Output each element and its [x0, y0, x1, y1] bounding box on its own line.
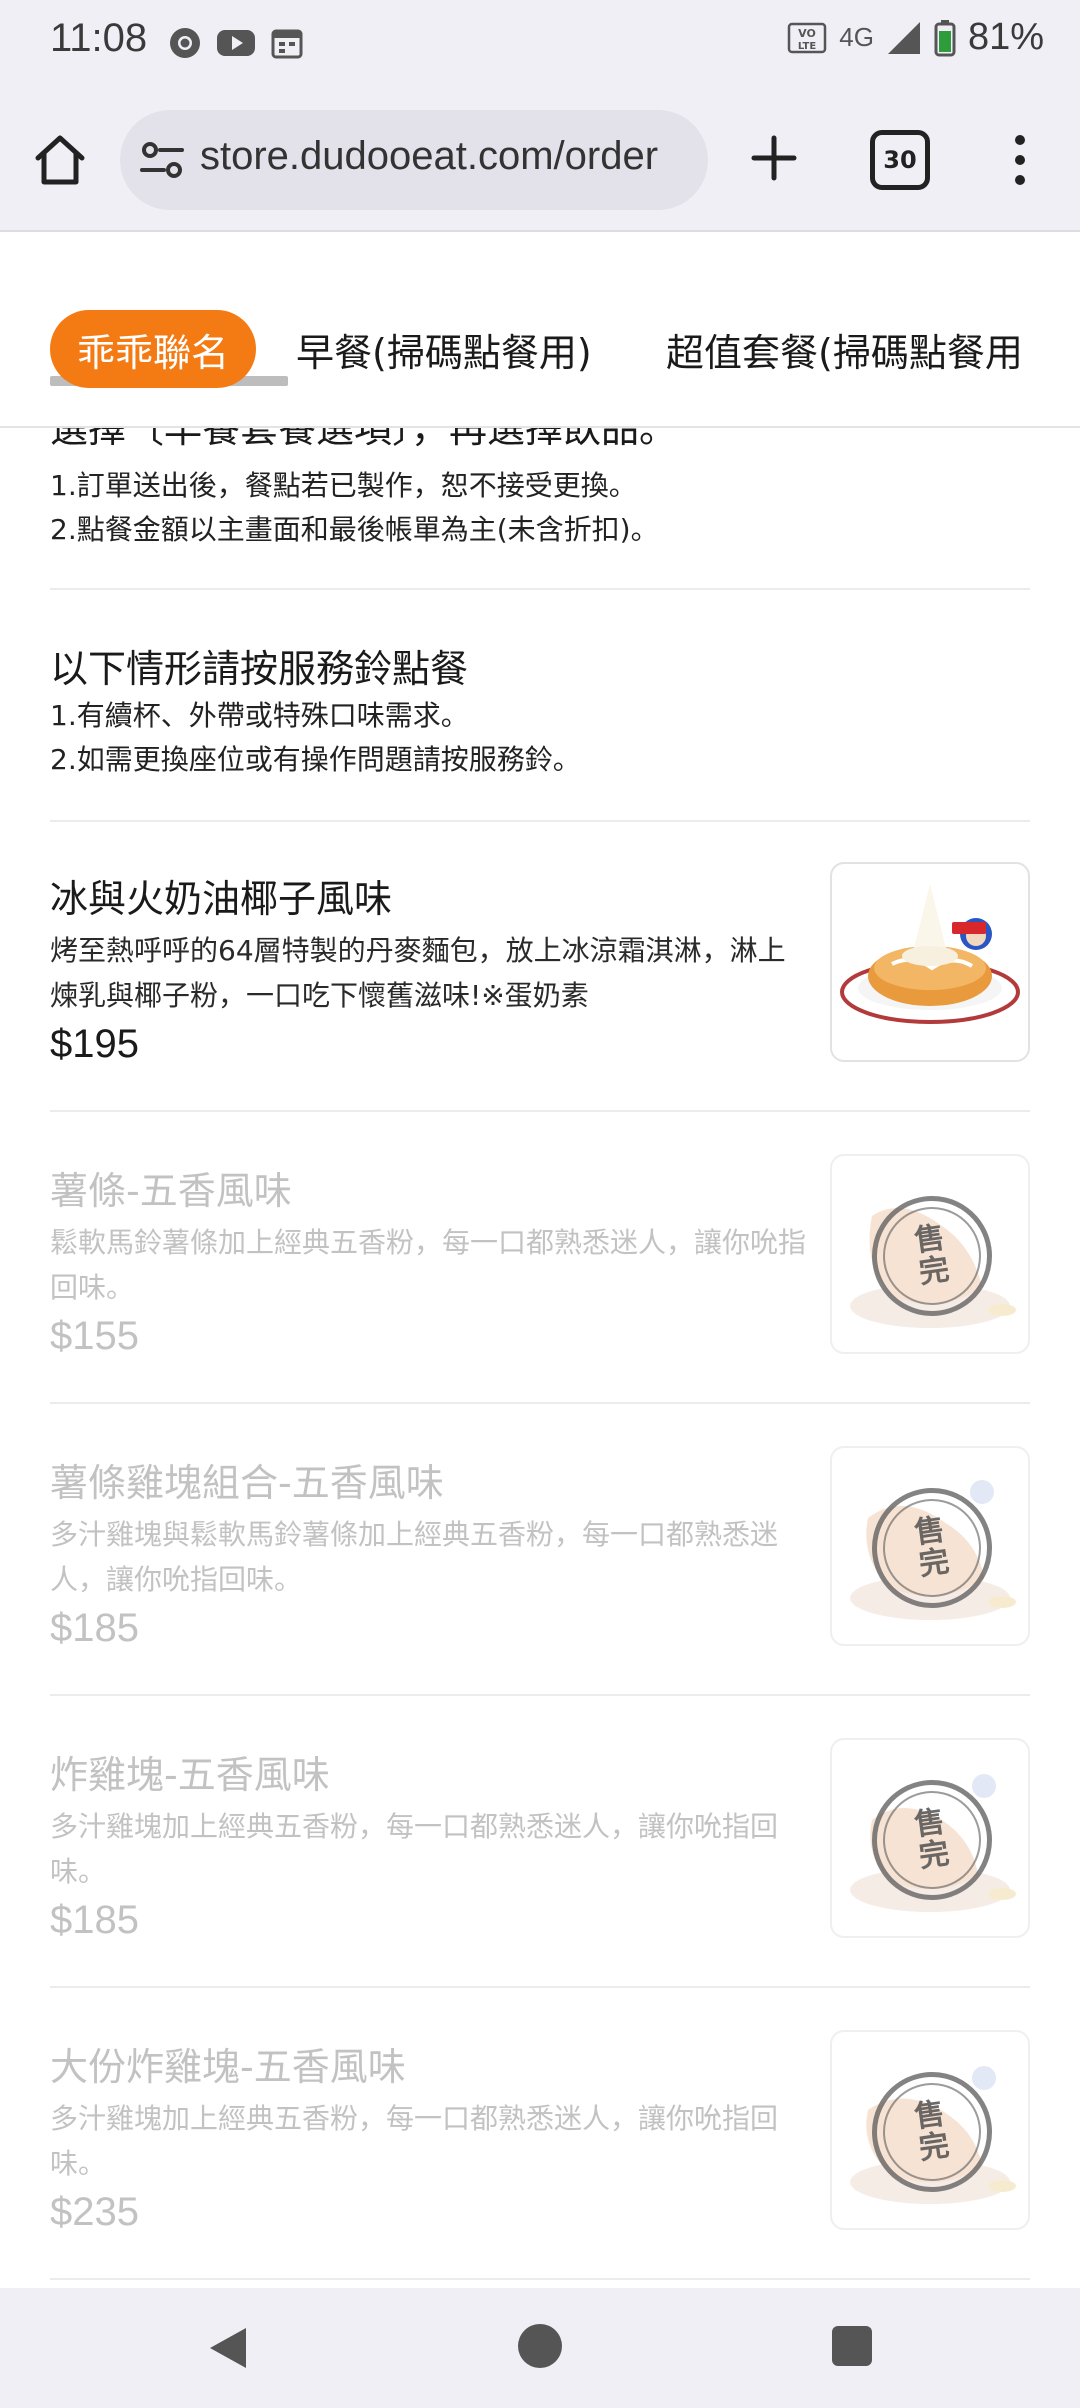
stamp-char: 完 [916, 1835, 952, 1875]
stamp-char: 售 [912, 1220, 947, 1260]
svg-text:LTE: LTE [798, 41, 817, 52]
network-type: 4G [839, 22, 874, 52]
new-tab-icon[interactable] [744, 128, 804, 188]
system-nav-bar [0, 2288, 1080, 2408]
notice-line: 1.有續杯、外帶或特殊口味需求。 [50, 699, 469, 732]
url-text[interactable]: store.dudooeat.com/order [200, 134, 696, 179]
item-image: 售 完 [830, 1154, 1030, 1354]
item-price: $185 [50, 1606, 139, 1650]
stamp-char: 售 [912, 1512, 947, 1552]
divider [50, 1986, 1030, 1988]
notice-heading-partial: 選擇〔早餐套餐選項〕，再選擇飲品。 [50, 428, 678, 451]
tab-switcher-button[interactable]: 30 [870, 130, 930, 190]
home-circle-icon[interactable] [518, 2324, 562, 2368]
divider [50, 1110, 1030, 1112]
item-image[interactable] [830, 862, 1030, 1062]
stamp-char: 售 [912, 2096, 947, 2136]
notice-line: 1.訂單送出後，餐點若已製作，恕不接受更換。 [50, 469, 637, 502]
tab-value-set[interactable]: 超值套餐(掃碼點餐用 [666, 310, 1023, 388]
item-name: 冰與火奶油椰子風味 [50, 877, 393, 921]
menu-content: 選擇〔早餐套餐選項〕，再選擇飲品。 1.訂單送出後，餐點若已製作，恕不接受更換。… [0, 428, 1080, 2288]
site-settings-icon[interactable] [138, 136, 186, 184]
item-description: 鬆軟馬鈴薯條加上經典五香粉，每一口都熟悉迷人，讓你吮指回味。 [50, 1226, 807, 1304]
divider [50, 1694, 1030, 1696]
item-description: 烤至熱呼呼的64層特製的丹麥麵包，放上冰涼霜淇淋，淋上煉乳與椰子粉，一口吃下懷舊… [50, 934, 786, 1012]
item-name: 薯條雞塊組合-五香風味 [50, 1461, 444, 1505]
home-icon[interactable] [30, 130, 90, 190]
status-system-icons: VO LTE 4G 81% [787, 16, 1044, 59]
volte-icon: VO LTE [788, 22, 827, 53]
item-description: 多汁雞塊與鬆軟馬鈴薯條加上經典五香粉，每一口都熟悉迷人，讓你吮指回味。 [50, 1518, 779, 1596]
item-description: 多汁雞塊加上經典五香粉，每一口都熟悉迷人，讓你吮指回味。 [50, 1810, 779, 1888]
item-name: 炸雞塊-五香風味 [50, 1753, 330, 1797]
divider [50, 1402, 1030, 1404]
divider [50, 588, 1030, 590]
dessert-image-icon [840, 884, 1020, 1024]
category-tabs: 乖乖聯名 早餐(掃碼點餐用) 超值套餐(掃碼點餐用 [0, 232, 1080, 428]
status-bar: 11:08 VO LTE 4G 81% [0, 0, 1080, 88]
menu-item[interactable]: 大份炸雞塊-五香風味 多汁雞塊加上經典五香粉，每一口都熟悉迷人，讓你吮指回味。 … [0, 2030, 1080, 2288]
status-time: 11:08 [50, 16, 148, 60]
calendar-icon [271, 29, 303, 59]
status-notification-icons [168, 26, 304, 60]
youtube-icon [217, 30, 255, 56]
divider [50, 820, 1030, 822]
notice-line: 2.點餐金額以主畫面和最後帳單為主(未含折扣)。 [50, 513, 659, 546]
stamp-char: 完 [916, 1543, 952, 1583]
item-price: $235 [50, 2190, 139, 2234]
url-bar[interactable]: store.dudooeat.com/order [120, 110, 708, 210]
notice-line: 2.如需更換座位或有操作問題請按服務鈴。 [50, 743, 581, 776]
battery-icon [934, 19, 956, 56]
tab-count: 30 [883, 146, 917, 174]
browser-toolbar: store.dudooeat.com/order 30 [0, 88, 1080, 232]
tab-breakfast[interactable]: 早餐(掃碼點餐用) [296, 310, 592, 388]
svg-text:VO: VO [798, 27, 816, 40]
stamp-char: 售 [912, 1804, 947, 1844]
item-description: 多汁雞塊加上經典五香粉，每一口都熟悉迷人，讓你吮指回味。 [50, 2102, 779, 2180]
battery-percent: 81% [967, 16, 1044, 58]
chrome-icon [170, 28, 200, 58]
item-price: $155 [50, 1314, 139, 1358]
more-menu-icon[interactable] [1000, 128, 1040, 192]
tab-guaiguai-collab[interactable]: 乖乖聯名 [50, 310, 256, 388]
item-image: 售 完 [830, 2030, 1030, 2230]
item-name: 大份炸雞塊-五香風味 [50, 2045, 406, 2089]
stamp-char: 完 [916, 2127, 952, 2167]
service-bell-title: 以下情形請按服務鈴點餐 [50, 647, 469, 691]
item-image: 售 完 [830, 1738, 1030, 1938]
back-icon[interactable] [206, 2324, 250, 2372]
recents-icon[interactable] [832, 2326, 872, 2366]
stamp-char: 完 [916, 1251, 952, 1291]
item-name: 薯條-五香風味 [50, 1169, 292, 1213]
item-image: 售 完 [830, 1446, 1030, 1646]
item-price: $185 [50, 1898, 139, 1942]
divider [50, 2278, 1030, 2280]
item-price: $195 [50, 1022, 139, 1066]
signal-icon [887, 21, 920, 54]
